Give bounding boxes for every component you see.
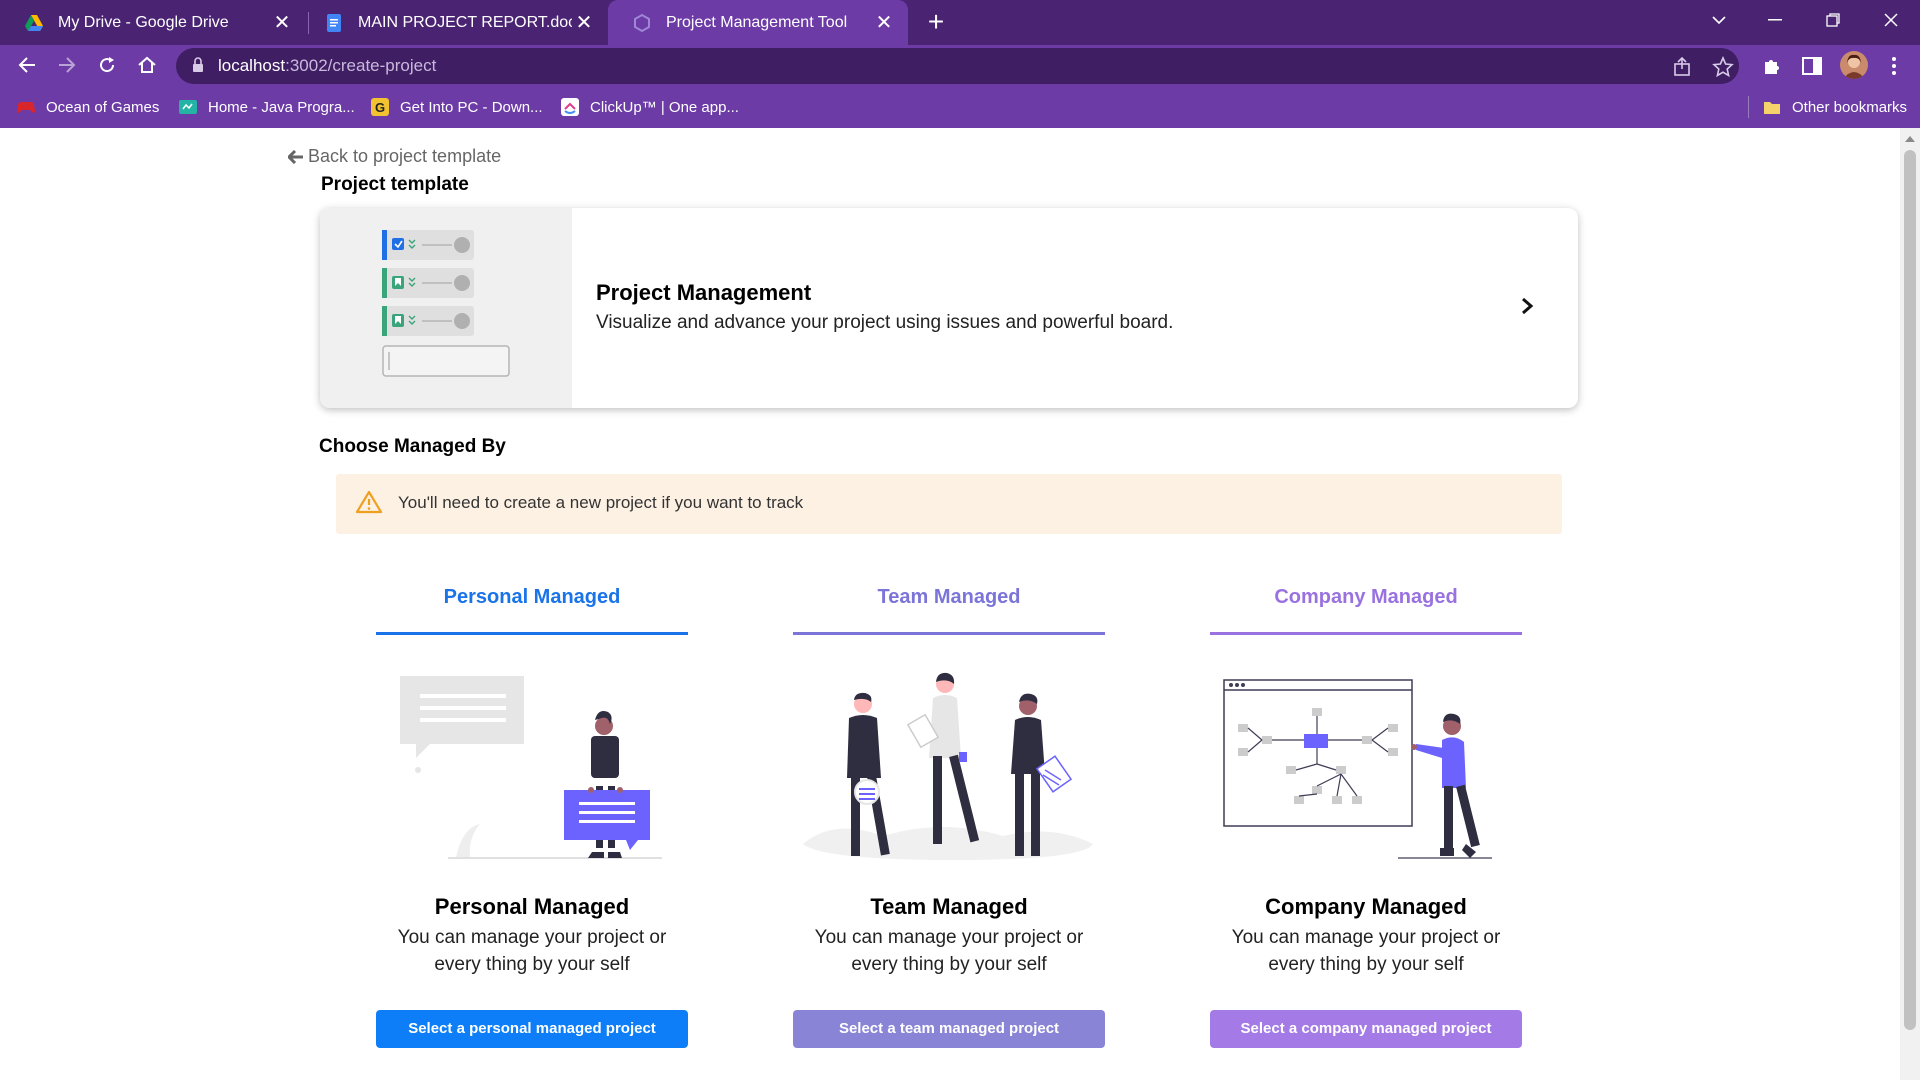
option-title: Team Managed (870, 894, 1028, 919)
personal-managed-illustration (400, 676, 662, 859)
bookmark-ocean-of-games[interactable]: Ocean of Games (16, 86, 159, 128)
option-title: Company Managed (1265, 894, 1467, 919)
svg-text:G: G (375, 100, 385, 115)
back-arrow-icon[interactable] (12, 50, 42, 80)
managed-by-heading: Choose Managed By (319, 436, 506, 457)
page-scrollbar[interactable] (1900, 128, 1920, 1080)
company-managed-option: Company Managed Company Managed You can … (1210, 568, 1522, 1078)
new-tab-icon[interactable]: + (922, 8, 950, 36)
getintopc-icon: G (371, 98, 389, 116)
bookmark-other-bookmarks[interactable]: Other bookmarks (1762, 86, 1907, 128)
company-managed-illustration (1223, 679, 1492, 859)
team-managed-option: Team Managed Team Managed You can manage… (793, 568, 1105, 1078)
gamepad-icon (17, 102, 35, 113)
select-team-managed-button[interactable]: Select a team managed project (793, 1010, 1105, 1048)
back-to-template-link[interactable]: Back to project template (288, 146, 501, 167)
option-description: You can manage your project or every thi… (397, 927, 667, 975)
close-tab-icon[interactable]: ✕ (872, 11, 896, 35)
tab-project-management-tool[interactable]: Project Management Tool ✕ (608, 0, 908, 45)
scrollbar-thumb[interactable] (1904, 150, 1916, 1030)
google-drive-icon (25, 14, 43, 31)
warning-alert: You'll need to create a new project if y… (336, 474, 1562, 534)
restore-icon[interactable] (1804, 0, 1862, 40)
java-site-icon (179, 100, 197, 114)
share-icon[interactable] (1672, 56, 1694, 78)
tab-underline (793, 632, 1105, 635)
google-docs-icon (327, 13, 341, 32)
alert-message: You'll need to create a new project if y… (398, 493, 804, 512)
bookmark-clickup[interactable]: ClickUp™ | One app... (560, 86, 739, 128)
minimize-icon[interactable] (1746, 0, 1804, 40)
address-bar[interactable]: localhost:3002/create-project (176, 48, 1739, 84)
tab-title: My Drive - Google Drive (58, 13, 229, 31)
profile-avatar[interactable] (1840, 51, 1868, 79)
lock-icon (193, 57, 203, 72)
bookmark-java-programming[interactable]: Home - Java Progra... (178, 86, 355, 128)
template-name: Project Management (596, 280, 812, 305)
kanban-list-illustration (382, 230, 510, 377)
option-title: Personal Managed (434, 894, 630, 919)
close-tab-icon[interactable]: ✕ (572, 11, 596, 35)
warning-icon (356, 490, 382, 514)
template-card[interactable]: Project Management Visualize and advance… (320, 208, 1578, 408)
select-personal-managed-button[interactable]: Select a personal managed project (376, 1010, 688, 1048)
browser-toolbar: localhost:3002/create-project (0, 45, 1920, 86)
bookmark-get-into-pc[interactable]: G Get Into PC - Down... (370, 86, 543, 128)
tab-google-drive[interactable]: My Drive - Google Drive ✕ (0, 0, 306, 45)
team-managed-illustration (803, 672, 1093, 860)
url-text: localhost:3002/create-project (218, 56, 437, 75)
tab-team-managed[interactable]: Team Managed (793, 568, 1105, 636)
bookmark-star-icon[interactable] (1712, 56, 1734, 78)
tab-underline (1210, 632, 1522, 635)
tab-underline (376, 632, 688, 635)
extensions-puzzle-icon[interactable] (1760, 54, 1784, 78)
side-panel-icon[interactable] (1800, 54, 1824, 78)
tab-personal-managed[interactable]: Personal Managed (376, 568, 688, 636)
clickup-icon (561, 98, 579, 116)
tab-project-report[interactable]: MAIN PROJECT REPORT.docx - G ✕ (300, 0, 608, 45)
template-heading: Project template (321, 174, 469, 195)
more-menu-icon[interactable] (1882, 54, 1906, 78)
home-icon[interactable] (132, 50, 162, 80)
template-description: Visualize and advance your project using… (596, 312, 1174, 333)
close-tab-icon[interactable]: ✕ (270, 11, 294, 35)
template-thumbnail (320, 208, 572, 408)
chevron-right-icon[interactable] (1520, 296, 1534, 316)
app-hexagon-icon (634, 13, 650, 32)
browser-tab-bar: My Drive - Google Drive ✕ MAIN PROJECT R… (0, 0, 1920, 45)
reload-icon[interactable] (92, 50, 122, 80)
left-arrow-icon (288, 149, 303, 164)
bookmarks-separator (1748, 96, 1749, 118)
tab-search-icon[interactable] (1690, 0, 1748, 40)
forward-arrow-icon[interactable] (52, 50, 82, 80)
page-content: Back to project template Project templat… (0, 128, 1900, 1080)
option-description: You can manage your project or every thi… (814, 927, 1084, 975)
select-company-managed-button[interactable]: Select a company managed project (1210, 1010, 1522, 1048)
scroll-up-arrow-icon[interactable] (1905, 136, 1915, 142)
option-description: You can manage your project or every thi… (1231, 927, 1501, 975)
personal-managed-option: Personal Managed Personal Managed You ca… (376, 568, 688, 1078)
tab-title: MAIN PROJECT REPORT.docx - G (358, 13, 572, 31)
bookmarks-bar: Ocean of Games Home - Java Progra... G G… (0, 86, 1920, 128)
tab-company-managed[interactable]: Company Managed (1210, 568, 1522, 636)
close-window-icon[interactable] (1862, 0, 1920, 40)
folder-icon (1764, 102, 1780, 114)
tab-title: Project Management Tool (666, 13, 848, 31)
